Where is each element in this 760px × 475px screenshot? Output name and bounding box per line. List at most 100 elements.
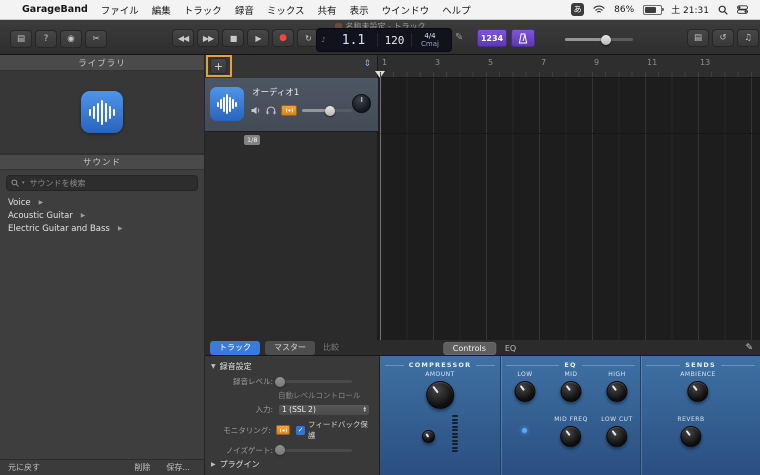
lcd-display[interactable]: ♪ 1.1 120 4/4 Cmaj [316,28,452,52]
track-resize-icon[interactable]: ⇕ [363,59,371,69]
low-knob[interactable] [515,381,536,402]
menubar-clock[interactable]: 土 21:31 [671,3,709,16]
tab-master[interactable]: マスター [265,341,315,355]
menu-garageband[interactable]: GarageBand [22,4,88,15]
track-icon [210,87,244,121]
media-browser-button[interactable]: ♫ [737,29,759,47]
menu-record[interactable]: 録音 [235,3,254,17]
master-volume-slider[interactable] [565,38,633,41]
spotlight-icon[interactable] [718,5,728,15]
monitoring-label: モニタリング: [211,425,271,436]
low-cut-knob[interactable] [607,426,628,447]
mid-freq-label: MID FREQ [554,416,588,423]
mid-freq-knob[interactable] [560,426,581,447]
metronome-button[interactable] [511,29,535,47]
revert-button[interactable]: 元に戻す [8,462,40,473]
input-method-icon[interactable]: あ [571,3,584,16]
compressor-aux-knob[interactable] [422,430,435,443]
menu-track[interactable]: トラック [184,3,222,17]
feedback-protection-label: フィードバック保護 [308,419,373,441]
count-in-button[interactable]: 1234 [477,29,507,47]
playhead-position[interactable]: 1.1 [330,33,377,48]
reverb-knob[interactable] [680,426,701,447]
wifi-icon[interactable] [593,5,605,14]
search-scope-icon[interactable]: ▾ [22,180,25,186]
delete-button[interactable]: 削除 [134,462,150,473]
track-name[interactable]: オーディオ1 [252,86,299,98]
notepad-button[interactable]: ▤ [687,29,709,47]
amount-knob[interactable] [426,381,454,409]
library-item-voice[interactable]: Voice ▶ [0,196,204,209]
sound-search-input[interactable] [28,178,193,189]
noise-gate-slider[interactable] [278,449,352,452]
mute-button[interactable] [251,106,261,115]
left-toolbar-group-2: ◉ ✂ [60,30,107,48]
tempo-display[interactable]: 120 [378,34,411,47]
recording-settings-header[interactable]: ▼ 録音設定 [211,361,373,372]
solo-button[interactable] [266,106,276,115]
loop-browser-button[interactable]: ↺ [712,29,734,47]
input-monitoring-button[interactable] [281,105,297,116]
menu-share[interactable]: 共有 [318,3,337,17]
forward-icon: ▶▶ [203,34,213,43]
media-icon: ♫ [744,33,752,43]
track-volume-thumb[interactable] [325,106,335,116]
track-row-audio1[interactable]: オーディオ1 [205,78,378,132]
input-select[interactable]: 1 (SSL 2) ▴▾ [278,404,370,416]
save-button[interactable]: 保存... [166,462,190,473]
library-toggle-button[interactable]: ▤ [10,30,32,48]
tab-eq[interactable]: EQ [499,343,522,354]
ambience-label: AMBIENCE [680,371,715,378]
playhead-marker[interactable] [375,71,385,78]
play-button[interactable]: ▶ [247,29,269,47]
high-knob[interactable] [607,381,628,402]
noise-gate-label: ノイズゲート: [211,445,273,456]
track-header-area: + ⇕ オーディオ1 [205,55,378,340]
add-track-button[interactable]: + [210,58,227,74]
compare-button[interactable]: 比較 [320,341,342,355]
menu-mix[interactable]: ミックス [267,3,305,17]
pencil-icon[interactable]: ✎ [745,343,753,353]
tab-controls[interactable]: Controls [443,342,496,355]
record-button[interactable]: ● [272,29,294,47]
quick-help-button[interactable]: ? [35,30,57,48]
library-item-acoustic-guitar[interactable]: Acoustic Guitar ▶ [0,209,204,222]
feedback-protection-checkbox[interactable]: ✓ [296,426,305,435]
menu-file[interactable]: ファイル [101,3,139,17]
ambience-knob[interactable] [688,381,709,402]
mid-knob[interactable] [561,381,582,402]
sounds-title: サウンド [0,154,204,170]
menu-help[interactable]: ヘルプ [442,3,471,17]
library-item-electric-guitar-bass[interactable]: Electric Guitar and Bass ▶ [0,222,204,235]
stop-button[interactable]: ■ [222,29,244,47]
monitoring-icon [285,107,294,114]
reverb-label: REVERB [677,416,704,423]
volume-thumb[interactable] [601,35,611,45]
left-toolbar-group-1: ▤ ? [10,30,57,48]
loop-browser-icon: ↺ [719,33,726,43]
plugins-header[interactable]: ▶ プラグイン [211,459,373,470]
audio-waveform-icon [81,91,123,133]
pencil-icon[interactable]: ✎ [455,32,463,43]
track-controls [251,105,352,116]
smart-controls-button[interactable]: ◉ [60,30,82,48]
record-level-slider[interactable] [278,380,352,383]
key-signature-display[interactable]: 4/4 Cmaj [412,32,448,48]
menu-window[interactable]: ウインドウ [382,3,430,17]
pan-knob[interactable] [352,94,371,113]
menu-edit[interactable]: 編集 [152,3,171,17]
ruler-mark: 9 [594,58,599,67]
control-center-icon[interactable] [737,5,748,14]
editors-button[interactable]: ✂ [85,30,107,48]
timeline-grid[interactable] [378,78,760,340]
forward-button[interactable]: ▶▶ [197,29,219,47]
timeline-ruler[interactable]: 1 3 5 7 9 11 13 [378,55,760,78]
rewind-button[interactable]: ◀◀ [172,29,194,47]
menu-view[interactable]: 表示 [350,3,369,17]
sound-search-field[interactable]: ▾ [6,175,198,191]
tab-track[interactable]: トラック [210,341,260,355]
monitoring-toggle-button[interactable] [276,425,291,435]
speaker-icon [251,106,261,115]
track-volume-slider[interactable] [302,109,352,112]
battery-icon[interactable] [643,5,662,15]
